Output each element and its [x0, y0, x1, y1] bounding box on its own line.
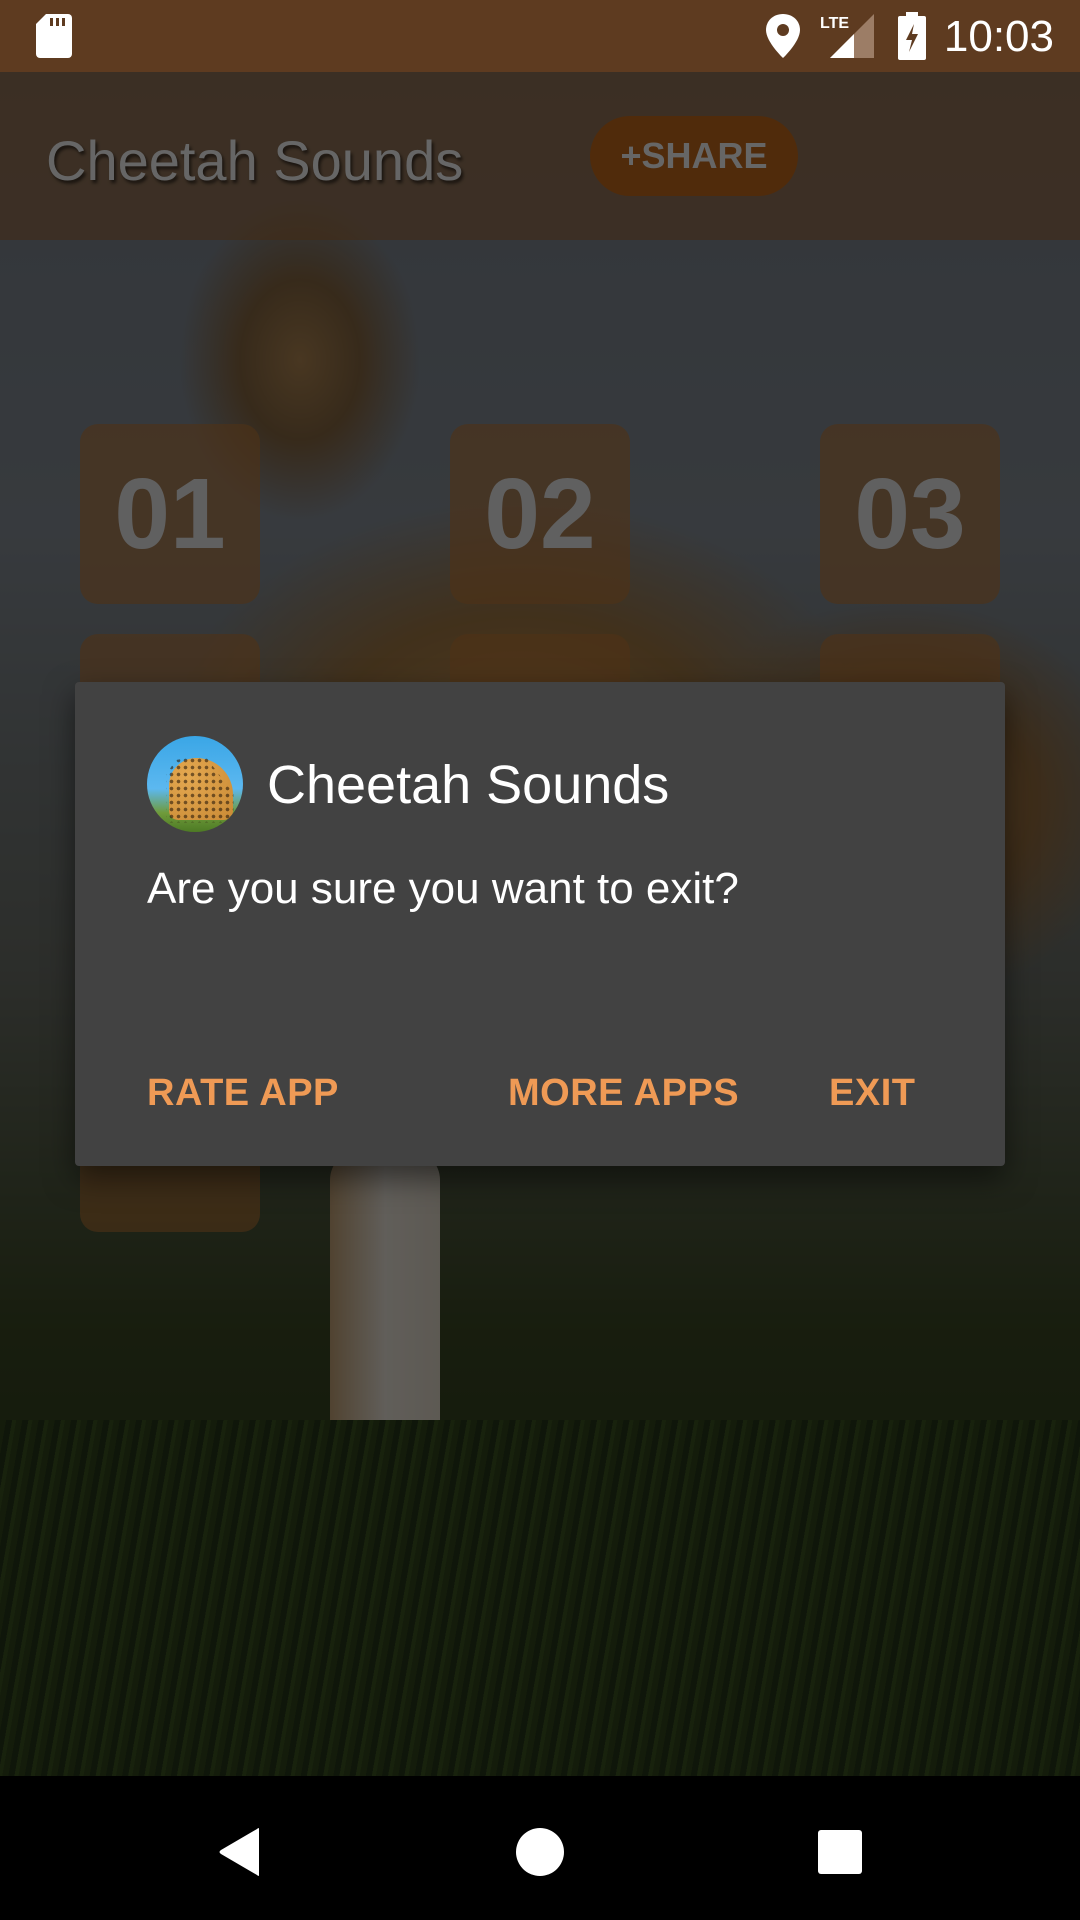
- home-button[interactable]: [500, 1812, 580, 1892]
- app-icon: [147, 736, 243, 832]
- back-icon: [219, 1828, 259, 1876]
- back-button[interactable]: [200, 1812, 280, 1892]
- exit-button[interactable]: EXIT: [829, 1058, 915, 1128]
- rate-app-button[interactable]: RATE APP: [147, 1058, 339, 1128]
- recents-button[interactable]: [800, 1812, 880, 1892]
- status-time: 10:03: [943, 12, 1054, 61]
- exit-dialog: Cheetah Sounds Are you sure you want to …: [75, 682, 1005, 1166]
- lte-signal-icon: LTE: [820, 12, 876, 63]
- location-icon: [766, 14, 800, 63]
- more-apps-button[interactable]: MORE APPS: [508, 1058, 739, 1128]
- home-icon: [516, 1828, 564, 1876]
- dialog-message: Are you sure you want to exit?: [147, 864, 739, 913]
- svg-text:LTE: LTE: [820, 15, 849, 32]
- dialog-title: Cheetah Sounds: [267, 755, 670, 815]
- sd-card-icon: [36, 14, 72, 63]
- status-bar: LTE 10:03: [0, 0, 1080, 72]
- recents-icon: [818, 1830, 862, 1874]
- battery-charging-icon: [898, 12, 926, 65]
- navigation-bar: [0, 1776, 1080, 1920]
